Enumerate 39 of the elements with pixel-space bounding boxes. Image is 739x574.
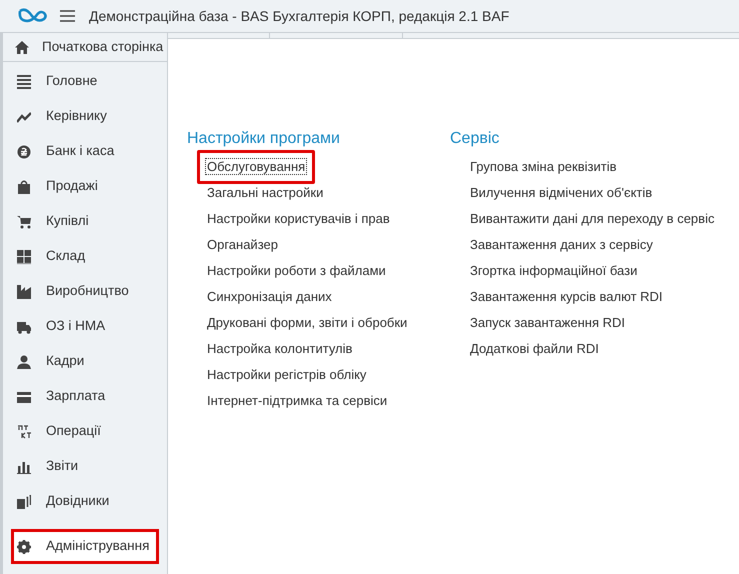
settings-link[interactable]: Вилучення відмічених об'єктів — [468, 184, 654, 201]
settings-link[interactable]: Згортка інформаційної бази — [468, 262, 640, 279]
settings-link[interactable]: Друковані форми, звіти і обробки — [205, 314, 410, 331]
settings-link[interactable]: Завантаження даних з сервісу — [468, 236, 655, 253]
grid-icon — [17, 250, 31, 264]
logo-icon — [18, 8, 48, 24]
settings-link[interactable]: Настройки регістрів обліку — [205, 366, 368, 383]
list-icon — [17, 74, 31, 88]
settings-link[interactable]: Настройки користувачів і прав — [205, 210, 392, 227]
truck-icon — [17, 320, 31, 334]
settings-link[interactable]: Групова зміна реквізитів — [468, 158, 618, 175]
debit-credit-icon — [17, 424, 31, 438]
settings-link[interactable]: Завантаження курсів валют RDI — [468, 288, 665, 305]
gear-icon — [17, 540, 31, 554]
settings-link[interactable]: Інтернет-підтримка та сервіси — [205, 392, 390, 409]
coin-icon — [17, 144, 31, 158]
bag-icon — [17, 180, 31, 194]
section-heading: Настройки програми — [187, 129, 341, 149]
menu-icon[interactable] — [60, 10, 75, 22]
settings-link[interactable]: Вивантажити дані для переходу в сервіс — [468, 210, 716, 227]
card-icon — [17, 390, 31, 404]
factory-icon — [17, 284, 31, 298]
section-heading: Сервіс — [450, 129, 500, 149]
settings-link[interactable]: Додаткові файли RDI — [468, 340, 601, 357]
bar-chart-icon — [17, 460, 31, 474]
settings-link[interactable]: Настройка колонтитулів — [205, 340, 354, 357]
sidebar-item[interactable]: Адміністрування — [11, 529, 159, 564]
settings-link[interactable]: Обслуговування — [205, 158, 308, 175]
settings-link[interactable]: Синхронізація даних — [205, 288, 334, 305]
cart-icon — [17, 214, 31, 228]
settings-link[interactable]: Загальні настройки — [205, 184, 326, 201]
window-title: Демонстраційна база - BAS Бухгалтерія КОРП, редакція 2.1 BAF — [89, 6, 510, 26]
trend-icon — [17, 110, 31, 124]
pages-icon — [17, 494, 31, 508]
settings-link[interactable]: Запуск завантаження RDI — [468, 314, 627, 331]
settings-link[interactable]: Настройки роботи з файлами — [205, 262, 388, 279]
person-icon — [17, 354, 31, 368]
settings-link[interactable]: Органайзер — [205, 236, 280, 253]
home-icon — [15, 40, 29, 54]
